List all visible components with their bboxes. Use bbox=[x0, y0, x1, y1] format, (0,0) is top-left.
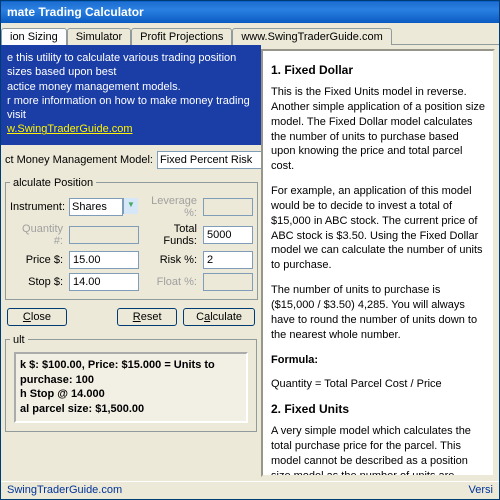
tab-profit-projections[interactable]: Profit Projections bbox=[131, 28, 232, 45]
help-para: The number of units to purchase is ($15,… bbox=[271, 283, 485, 342]
title-bar: mate Trading Calculator bbox=[1, 1, 499, 23]
help-para: A very simple model which calculates the… bbox=[271, 424, 485, 477]
risk-label: Risk %: bbox=[143, 254, 199, 266]
model-select[interactable] bbox=[157, 151, 261, 169]
instrument-label: Instrument: bbox=[10, 201, 65, 213]
result-text: k $: $100.00, Price: $15.000 = Units to … bbox=[14, 352, 248, 423]
window-title: mate Trading Calculator bbox=[7, 5, 144, 19]
model-select-row: ct Money Management Model: ▼ bbox=[1, 145, 261, 173]
quantity-label: Quantity #: bbox=[10, 223, 65, 247]
left-panel: e this utility to calculate various trad… bbox=[1, 45, 261, 481]
help-para: This is the Fixed Units model in reverse… bbox=[271, 85, 485, 174]
price-input[interactable] bbox=[69, 251, 139, 269]
model-label: ct Money Management Model: bbox=[5, 154, 153, 166]
help-panel: 1. Fixed Dollar This is the Fixed Units … bbox=[261, 49, 495, 477]
status-version: Versi bbox=[469, 484, 493, 497]
app-window: mate Trading Calculator ion Sizing Simul… bbox=[0, 0, 500, 500]
reset-button[interactable]: Reset bbox=[117, 308, 177, 326]
tab-position-sizing[interactable]: ion Sizing bbox=[1, 28, 67, 45]
calculate-group: alculate Position Instrument: ▼ Leverage… bbox=[5, 177, 258, 300]
risk-input[interactable] bbox=[203, 251, 253, 269]
help-heading-1: 1. Fixed Dollar bbox=[271, 63, 485, 77]
stop-label: Stop $: bbox=[10, 276, 65, 288]
info-banner: e this utility to calculate various trad… bbox=[1, 45, 261, 145]
stop-input[interactable] bbox=[69, 273, 139, 291]
help-para: For example, an application of this mode… bbox=[271, 184, 485, 273]
totalfunds-label: Total Funds: bbox=[143, 223, 199, 247]
instrument-select[interactable] bbox=[69, 198, 123, 216]
calculate-legend: alculate Position bbox=[10, 177, 96, 189]
float-input bbox=[203, 273, 253, 291]
banner-link[interactable]: w.SwingTraderGuide.com bbox=[7, 123, 133, 135]
calculate-button[interactable]: Calculate bbox=[183, 308, 255, 326]
help-formula: Quantity = Total Parcel Cost / Price bbox=[271, 377, 485, 392]
help-formula-h: Formula: bbox=[271, 353, 485, 368]
totalfunds-input[interactable] bbox=[203, 226, 253, 244]
quantity-input bbox=[69, 226, 139, 244]
leverage-label: Leverage %: bbox=[143, 195, 199, 219]
help-heading-2: 2. Fixed Units bbox=[271, 402, 485, 416]
tab-simulator[interactable]: Simulator bbox=[67, 28, 131, 45]
tab-website[interactable]: www.SwingTraderGuide.com bbox=[232, 28, 391, 45]
result-legend: ult bbox=[10, 334, 28, 346]
content-area: e this utility to calculate various trad… bbox=[1, 44, 499, 481]
float-label: Float %: bbox=[143, 276, 199, 288]
result-group: ult k $: $100.00, Price: $15.000 = Units… bbox=[5, 334, 257, 432]
tab-strip: ion Sizing Simulator Profit Projections … bbox=[1, 27, 499, 44]
status-bar: SwingTraderGuide.com Versi bbox=[1, 481, 499, 499]
button-row: Close Reset Calculate bbox=[1, 304, 261, 330]
leverage-input bbox=[203, 198, 253, 216]
close-button[interactable]: Close bbox=[7, 308, 67, 326]
status-link[interactable]: SwingTraderGuide.com bbox=[7, 484, 122, 497]
price-label: Price $: bbox=[10, 254, 65, 266]
chevron-down-icon[interactable]: ▼ bbox=[123, 198, 138, 214]
